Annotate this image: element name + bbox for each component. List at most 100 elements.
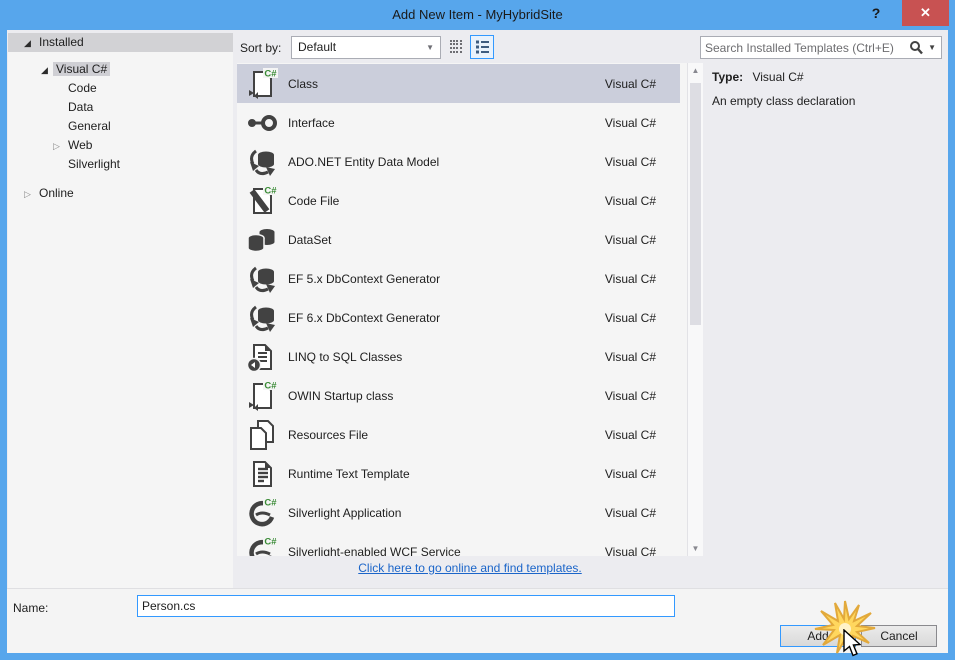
scrollbar[interactable]: ▲ ▼ (687, 63, 703, 556)
template-item-silverlight-enabled-wcf-service[interactable]: C# Silverlight-enabled WCF Service Visua… (237, 532, 680, 556)
template-item-category: Visual C# (604, 271, 656, 286)
template-item-dataset[interactable]: DataSet Visual C# (237, 220, 680, 259)
dataset-icon (247, 227, 276, 252)
cancel-button[interactable]: Cancel (861, 625, 937, 647)
interface-icon (248, 114, 277, 131)
sort-by-value: Default (298, 40, 337, 54)
tree-item-label: Online (39, 186, 74, 200)
dialog-title: Add New Item - MyHybridSite (392, 7, 563, 22)
template-item-label: EF 6.x DbContext Generator (288, 310, 441, 325)
search-options-chevron-icon[interactable]: ▼ (928, 37, 936, 58)
scroll-down-icon[interactable]: ▼ (688, 544, 703, 553)
sidebar-item-web[interactable]: ▷ Web (8, 136, 233, 155)
template-item-category: Visual C# (604, 427, 656, 442)
svg-text:C#: C# (264, 185, 277, 196)
template-item-category: Visual C# (604, 154, 656, 169)
sidebar-item-general[interactable]: General (8, 117, 233, 136)
sidebar-item-visual-c-[interactable]: ◢ Visual C# (8, 60, 233, 79)
template-details-panel: Type: Visual C# An empty class declarati… (712, 70, 942, 108)
silverlight-icon: C# (249, 535, 278, 556)
template-item-category: Visual C# (604, 115, 656, 130)
template-item-silverlight-application[interactable]: C# Silverlight Application Visual C# (237, 493, 680, 532)
template-item-runtime-text-template[interactable]: Runtime Text Template Visual C# (237, 454, 680, 493)
search-input[interactable] (705, 38, 905, 57)
sort-by-label: Sort by: (240, 41, 282, 55)
footer-bar: Name: Add Cancel (7, 588, 948, 657)
template-item-ef-5-x-dbcontext-generator[interactable]: EF 5.x DbContext Generator Visual C# (237, 259, 680, 298)
type-value: Visual C# (752, 70, 804, 84)
name-input[interactable] (137, 595, 675, 617)
list-view-icon (475, 40, 489, 54)
category-sidebar: ◢ Installed ◢ Visual C# Code Data General … (8, 33, 233, 588)
template-item-category: Visual C# (604, 505, 656, 520)
collapsed-arrow-icon: ▷ (53, 141, 60, 151)
scroll-up-icon[interactable]: ▲ (688, 66, 703, 75)
name-label: Name: (13, 601, 49, 615)
template-description: An empty class declaration (712, 94, 856, 108)
entity-model-icon (250, 266, 275, 293)
template-item-label: Silverlight Application (288, 505, 402, 520)
class-icon: C# (249, 67, 278, 99)
template-item-code-file[interactable]: C# Code File Visual C# (237, 181, 680, 220)
template-item-label: Interface (288, 115, 335, 130)
scrollbar-thumb[interactable] (690, 83, 701, 325)
sidebar-item-silverlight[interactable]: Silverlight (8, 155, 233, 174)
go-online-link[interactable]: Click here to go online and find templat… (358, 561, 581, 575)
svg-text:C#: C# (264, 497, 277, 508)
template-item-label: Silverlight-enabled WCF Service (288, 544, 461, 557)
dialog-content: ◢ Installed ◢ Visual C# Code Data General … (7, 30, 948, 657)
template-list: C# Class Visual C# Interface Visual C# A… (237, 63, 703, 556)
tree-item-label: Data (68, 100, 94, 114)
list-view-button[interactable] (470, 35, 494, 59)
sort-by-dropdown[interactable]: Default ▼ (291, 36, 441, 59)
search-box: ▼ (700, 36, 942, 59)
titlebar[interactable]: Add New Item - MyHybridSite ? ✕ (0, 0, 955, 30)
small-icons-view-icon (450, 40, 462, 53)
template-item-owin-startup-class[interactable]: C# OWIN Startup class Visual C# (237, 376, 680, 415)
template-item-class[interactable]: C# Class Visual C# (237, 64, 680, 103)
collapsed-arrow-icon: ▷ (24, 189, 31, 199)
tree-item-label: Silverlight (68, 157, 121, 171)
tree-item-label: General (68, 119, 111, 133)
template-item-label: Runtime Text Template (288, 466, 410, 481)
search-icon[interactable] (909, 40, 923, 55)
add-button[interactable]: Add (780, 625, 856, 647)
class-icon: C# (249, 379, 278, 411)
svg-text:C#: C# (264, 536, 277, 547)
template-item-category: Visual C# (604, 193, 656, 208)
linq-icon (246, 343, 272, 372)
sidebar-item-code[interactable]: Code (8, 79, 233, 98)
expanded-arrow-icon: ◢ (24, 38, 31, 48)
tree-item-label: Code (68, 81, 97, 95)
tree-item-label: Installed (39, 35, 84, 49)
tree-item-label: Visual C# (53, 62, 111, 76)
silverlight-icon: C# (249, 496, 278, 526)
help-button[interactable]: ? (859, 0, 893, 26)
template-rows: C# Class Visual C# Interface Visual C# A… (237, 64, 680, 556)
template-item-label: DataSet (288, 232, 332, 247)
template-item-resources-file[interactable]: Resources File Visual C# (237, 415, 680, 454)
template-item-category: Visual C# (604, 466, 656, 481)
template-item-ef-6-x-dbcontext-generator[interactable]: EF 6.x DbContext Generator Visual C# (237, 298, 680, 337)
template-item-linq-to-sql-classes[interactable]: LINQ to SQL Classes Visual C# (237, 337, 680, 376)
template-item-category: Visual C# (604, 310, 656, 325)
close-button[interactable]: ✕ (902, 0, 949, 26)
small-icons-view-button[interactable] (447, 37, 467, 57)
template-item-label: OWIN Startup class (288, 388, 394, 403)
sidebar-item-data[interactable]: Data (8, 98, 233, 117)
template-item-category: Visual C# (604, 544, 656, 557)
template-item-interface[interactable]: Interface Visual C# (237, 103, 680, 142)
template-item-ado-net-entity-data-model[interactable]: ADO.NET Entity Data Model Visual C# (237, 142, 680, 181)
entity-model-icon (250, 149, 275, 176)
template-item-category: Visual C# (604, 76, 656, 91)
expanded-arrow-icon: ◢ (41, 65, 48, 75)
sidebar-item-installed[interactable]: ◢ Installed (8, 33, 233, 52)
template-item-category: Visual C# (604, 349, 656, 364)
chevron-down-icon: ▼ (426, 43, 434, 52)
category-tree: ◢ Installed ◢ Visual C# Code Data General … (8, 33, 233, 203)
entity-model-icon (250, 305, 275, 332)
resources-file-icon (250, 419, 274, 450)
sidebar-item-online[interactable]: ▷ Online (8, 184, 233, 203)
code-file-icon: C# (249, 184, 278, 214)
template-item-label: EF 5.x DbContext Generator (288, 271, 441, 286)
